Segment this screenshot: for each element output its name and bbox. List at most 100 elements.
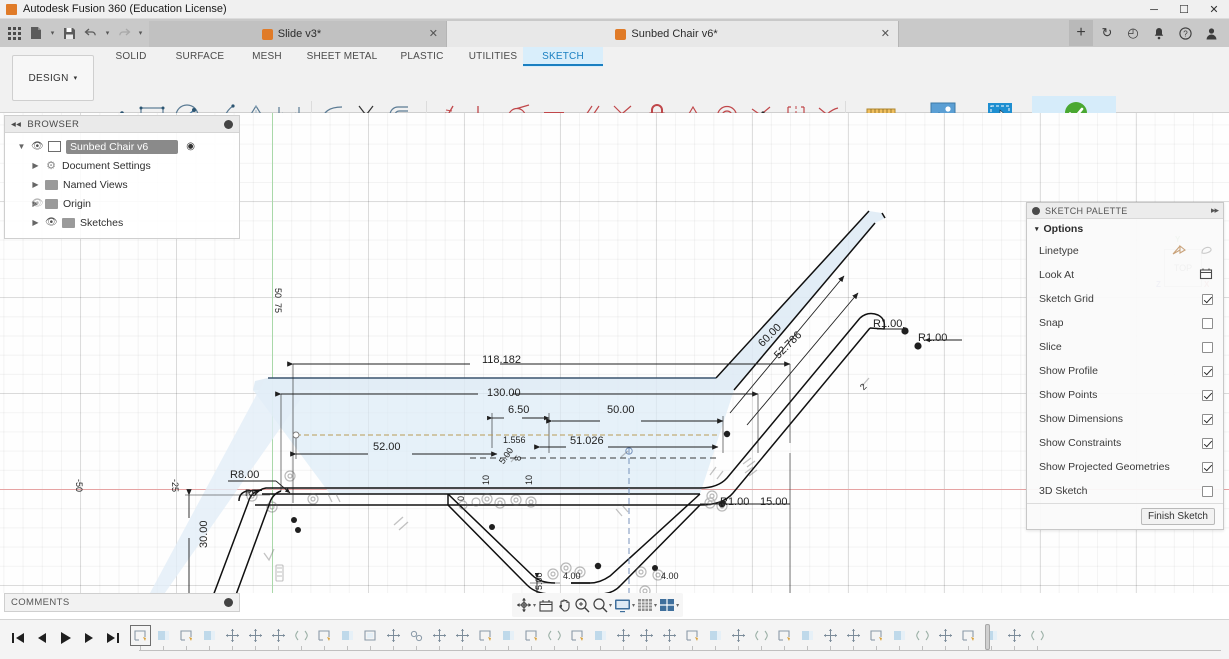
chevron-down-icon[interactable]: ▼ (17, 142, 26, 151)
timeline-feature-move-feature[interactable] (660, 626, 679, 645)
timeline-feature-move-feature[interactable] (246, 626, 265, 645)
sidebar-item-document-settings[interactable]: ▶ ⚙ Document Settings (5, 156, 239, 175)
palette-row-slice[interactable]: Slice (1027, 335, 1223, 359)
palette-row-show-profile[interactable]: Show Profile (1027, 359, 1223, 383)
palette-row-snap[interactable]: Snap (1027, 311, 1223, 335)
eye-icon[interactable]: 👁 (45, 217, 58, 228)
timeline-feature-move-feature[interactable] (1005, 626, 1024, 645)
timeline-feature-move-feature[interactable] (384, 626, 403, 645)
undo-arrow-icon[interactable] (81, 21, 101, 45)
timeline-feature-sketch-feature[interactable] (315, 626, 334, 645)
dimension-value[interactable]: 51.026 (570, 435, 604, 447)
activate-component-icon[interactable]: ◉ (186, 141, 195, 152)
timeline-feature-move-feature[interactable] (936, 626, 955, 645)
timeline-feature-move-feature[interactable] (453, 626, 472, 645)
timeline-feature-sketch-feature[interactable] (130, 624, 151, 646)
redo-arrow-icon[interactable] (114, 21, 134, 45)
dimension-value[interactable]: 10 (481, 475, 491, 485)
timeline-feature-move-feature[interactable] (269, 626, 288, 645)
timeline-track[interactable] (130, 620, 1229, 659)
chevron-right-icon[interactable]: ▶ (31, 161, 40, 170)
timeline-feature-sketch-feature[interactable] (177, 626, 196, 645)
close-icon[interactable]: ✕ (881, 27, 890, 40)
show-constraints-checkbox[interactable] (1202, 437, 1213, 449)
palette-row-sketch-grid[interactable]: Sketch Grid (1027, 287, 1223, 311)
linetype-construction-icon[interactable] (1200, 244, 1213, 259)
timeline-feature-extrude-feature[interactable] (499, 626, 518, 645)
refresh-icon[interactable]: ↻ (1095, 20, 1119, 46)
dimension-value[interactable]: 8 (513, 456, 523, 461)
timeline-feature-mirror-feature[interactable] (292, 626, 311, 645)
document-tab-sunbed-chair[interactable]: Sunbed Chair v6* ✕ (447, 21, 899, 47)
dimension-value[interactable]: 50.00 (607, 404, 635, 416)
timeline-feature-move-feature[interactable] (637, 626, 656, 645)
show-points-checkbox[interactable] (1202, 389, 1213, 401)
show-dimensions-checkbox[interactable] (1202, 413, 1213, 425)
browser-options-icon[interactable] (224, 119, 233, 129)
timeline-feature-move-feature[interactable] (223, 626, 242, 645)
dimension-value[interactable]: 4.00 (661, 571, 679, 581)
viewports-tool[interactable]: ▾ (659, 598, 679, 612)
timeline-feature-mirror-feature[interactable] (1028, 626, 1047, 645)
orbit-tool[interactable]: ▾ (516, 597, 536, 613)
dimension-value[interactable]: 10 (524, 475, 534, 485)
show-projected-geometries-checkbox[interactable] (1202, 461, 1213, 473)
dimension-value[interactable]: R1.00 (873, 318, 902, 330)
timeline-feature-extrude-feature[interactable] (338, 626, 357, 645)
tab-surface[interactable]: SURFACE (168, 51, 232, 62)
maximize-button[interactable]: ☐ (1169, 0, 1199, 19)
dimension-value[interactable]: R1.00 (720, 496, 749, 508)
close-icon[interactable]: ✕ (429, 27, 438, 40)
slice-checkbox[interactable] (1202, 341, 1213, 353)
grid-snaps-tool[interactable]: ▾ (637, 598, 657, 612)
notifications-icon[interactable] (1147, 20, 1171, 46)
timeline-feature-extrude-feature[interactable] (154, 626, 173, 645)
apps-grid-icon[interactable] (4, 21, 24, 45)
timeline-feature-sketch-feature[interactable] (522, 626, 541, 645)
new-tab-button[interactable]: + (1069, 20, 1093, 46)
tab-sheet-metal[interactable]: SHEET METAL (300, 51, 384, 62)
timeline-feature-shell-feature[interactable] (361, 626, 380, 645)
sketch-grid-checkbox[interactable] (1202, 293, 1213, 305)
dimension-value[interactable]: 1.556 (503, 435, 526, 445)
play-button[interactable] (59, 631, 72, 648)
dimension-value[interactable]: 5.00 (534, 572, 544, 590)
dimension-value[interactable]: R1.00 (918, 332, 947, 344)
chevron-right-icon[interactable]: ▶ (31, 180, 40, 189)
tab-plastic[interactable]: PLASTIC (392, 51, 452, 62)
file-icon[interactable] (26, 21, 46, 45)
minimize-button[interactable]: ─ (1139, 0, 1169, 19)
undo-caret-icon[interactable]: ▾ (103, 21, 112, 45)
sidebar-item-sunbed-chair[interactable]: ▼ 👁 Sunbed Chair v6 ◉ (5, 137, 239, 156)
zoom-tool[interactable]: ▾ (592, 597, 612, 613)
document-tab-slide[interactable]: Slide v3* ✕ (149, 21, 447, 47)
chevron-down-icon[interactable]: ▾ (676, 602, 679, 609)
timeline-feature-move-feature[interactable] (430, 626, 449, 645)
timeline-feature-sketch-feature[interactable] (476, 626, 495, 645)
show-profile-checkbox[interactable] (1202, 365, 1213, 377)
dimension-value[interactable]: 30.00 (198, 520, 210, 548)
dimension-value[interactable]: 15.00 (760, 496, 788, 508)
timeline-end-marker[interactable] (985, 623, 990, 650)
timeline-feature-extrude-feature[interactable] (200, 626, 219, 645)
chevron-down-icon[interactable]: ▾ (632, 602, 635, 609)
palette-row-show-points[interactable]: Show Points (1027, 383, 1223, 407)
dimension-value[interactable]: 0 (456, 496, 466, 501)
timeline-feature-sketch-feature[interactable] (959, 626, 978, 645)
timeline-feature-mirror-feature[interactable] (752, 626, 771, 645)
timeline-feature-move-feature[interactable] (844, 626, 863, 645)
tab-utilities[interactable]: UTILITIES (461, 51, 525, 62)
timeline-feature-mirror-feature[interactable] (545, 626, 564, 645)
timeline-feature-move-feature[interactable] (614, 626, 633, 645)
timeline-feature-sketch-feature[interactable] (775, 626, 794, 645)
palette-grip-icon[interactable] (1032, 206, 1040, 215)
linetype-normal-icon[interactable] (1172, 244, 1186, 259)
timeline-feature-sketch-feature[interactable] (568, 626, 587, 645)
timeline-feature-sketch-feature[interactable] (867, 626, 886, 645)
timeline-feature-move-feature[interactable] (821, 626, 840, 645)
go-to-end-button[interactable] (106, 632, 119, 647)
history-icon[interactable]: ◴ (1121, 20, 1145, 46)
help-icon[interactable]: ? (1173, 20, 1197, 46)
file-caret-icon[interactable]: ▾ (48, 21, 57, 45)
timeline-feature-extrude-feature[interactable] (706, 626, 725, 645)
